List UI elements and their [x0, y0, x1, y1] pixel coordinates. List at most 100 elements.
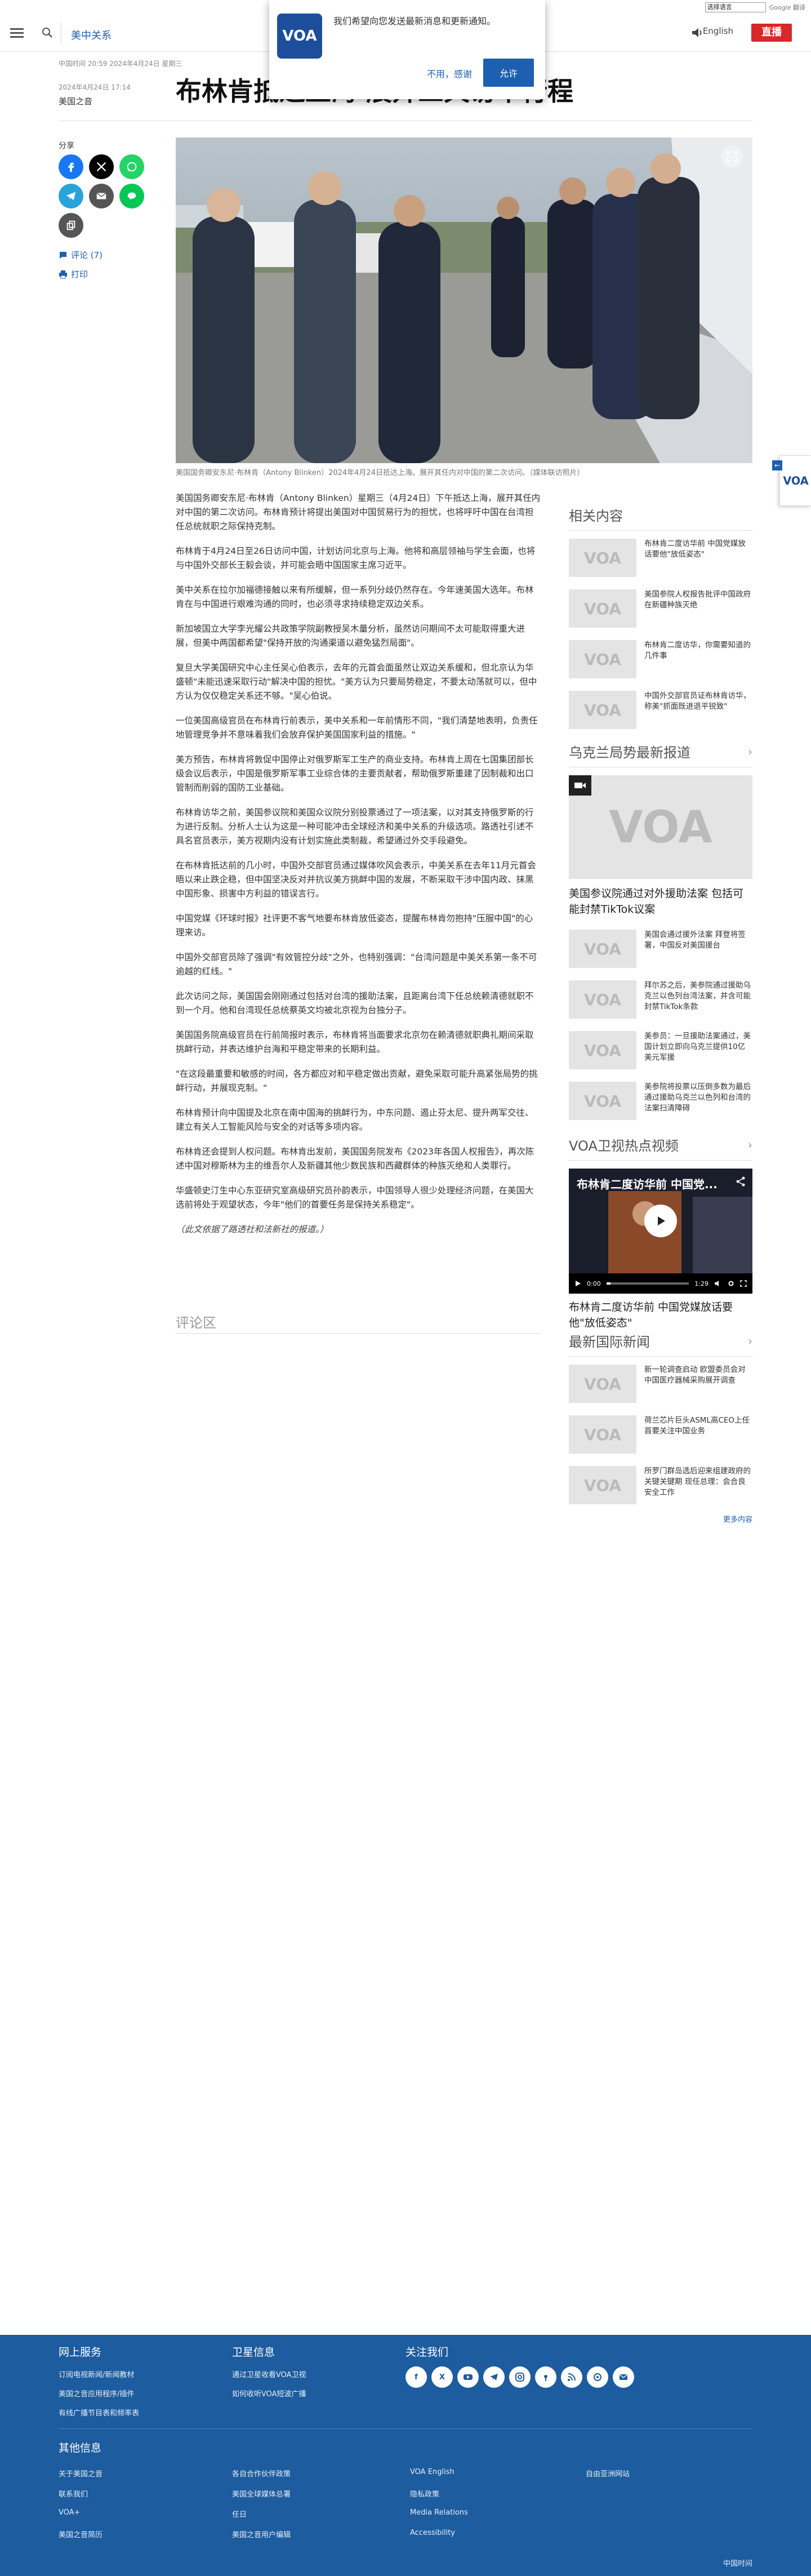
expand-icon[interactable] [721, 145, 743, 168]
section-link[interactable]: 美中关系 [71, 28, 112, 42]
intl-title[interactable]: 最新国际新闻 › [569, 1331, 752, 1357]
related-item[interactable]: VOA 中国外交部官员证布林肯访华，称美"抓面既进退平锐致" [569, 691, 752, 729]
intl-item[interactable]: VOA 所罗门群岛选后迎来组建政府的关键关键期 现任总理：会合良安全工作 [569, 1466, 752, 1504]
play-icon [658, 1216, 665, 1225]
footer-link[interactable]: 自由亚洲网站 [586, 2468, 630, 2479]
copy-link-button[interactable] [59, 213, 83, 238]
video-player[interactable]: 布林肯二度访华前 中国党... [569, 1169, 752, 1273]
podcast-icon[interactable] [535, 2366, 556, 2388]
author[interactable]: 美国之音 [59, 95, 131, 107]
related-headline: 布林肯二度访华前 中国党媒放话要他"放低姿态" [644, 539, 746, 559]
footer-link[interactable]: Accessibility [410, 2529, 455, 2537]
related-item[interactable]: VOA 美国参院人权报告批评中国政府在新疆种族灭绝 [569, 589, 752, 628]
thumbnail: VOA [569, 1365, 636, 1403]
svg-text:VOA: VOA [584, 1375, 621, 1393]
voa-logo: VOA [584, 1476, 621, 1495]
ukraine-item[interactable]: VOA 美国会通过援外法案 拜登将签署，中国反对美国援台 [569, 930, 752, 968]
footer-satellite-title: 卫星信息 [232, 2346, 275, 2359]
paragraph: 此次访问之际，美国国会刚刚通过包括对台湾的援助法案，且距离台湾下任总统赖清德就职… [176, 991, 534, 1015]
fullscreen-icon[interactable] [740, 1280, 747, 1287]
footer-link[interactable]: 订阅电视新闻/新闻教材 [59, 2369, 134, 2379]
footer-link[interactable]: 通过卫星收看VOA卫视 [232, 2369, 306, 2379]
video-title[interactable]: VOA卫视热点视频 › [569, 1135, 752, 1161]
footer-link[interactable]: 美国之音用户编辑 [232, 2529, 291, 2539]
footer-link[interactable]: 联系我们 [59, 2488, 88, 2499]
video-time-total: 1:29 [694, 1280, 708, 1287]
thumbnail: VOA [569, 1082, 636, 1120]
x-share-button[interactable] [89, 154, 114, 179]
live-button[interactable]: 直播 [751, 24, 792, 42]
telegram-share-button[interactable] [59, 184, 83, 208]
ukraine-item[interactable]: VOA 美参院将投票以压倒多数为最后通过援助乌克兰以色列和台湾的法案扫清障碍 [569, 1082, 752, 1120]
divider [176, 1333, 541, 1334]
source-note: （此文依据了路透社和法新社的报道。） [176, 1224, 329, 1234]
decline-button[interactable]: 不用，感谢 [427, 66, 472, 80]
footer-link[interactable]: 美国之音简历 [59, 2529, 103, 2539]
email-icon[interactable] [613, 2366, 634, 2388]
play-icon[interactable] [574, 1280, 581, 1287]
ukraine-title[interactable]: 乌克兰局势最新报道 › [569, 741, 752, 767]
svg-text:VOA: VOA [609, 802, 712, 852]
footer-divider [59, 2428, 752, 2429]
x-icon[interactable]: X [431, 2366, 453, 2388]
line-icon [127, 192, 136, 201]
share-icon[interactable] [736, 1176, 746, 1187]
email-share-button[interactable] [89, 184, 114, 208]
video-overlay-title: 布林肯二度访华前 中国党... [577, 1178, 718, 1191]
youtube-icon[interactable] [457, 2366, 479, 2388]
footer-link[interactable]: 各自合作伙伴政策 [232, 2468, 291, 2479]
footer-link[interactable]: 美国全球媒体总署 [232, 2488, 291, 2499]
copy-icon [66, 220, 75, 230]
footer-link[interactable]: 有线广播节目表和频率表 [59, 2407, 139, 2418]
more-link[interactable]: 更多内容 [569, 1513, 752, 1524]
ukraine-item[interactable]: VOA 美参员：一旦援助法案通过，美国计划立即向乌克兰提供10亿美元军援 [569, 1031, 752, 1069]
podcast2-icon[interactable] [587, 2366, 608, 2388]
voa-app-logo: VOA [277, 14, 322, 59]
line-share-button[interactable] [119, 184, 144, 208]
intl-item[interactable]: VOA 新一轮调查启动 欧盟委员会对中国医疗器械采购展开调查 [569, 1365, 752, 1403]
video-caption[interactable]: 布林肯二度访华前 中国党媒放话要他"放低姿态" [569, 1299, 752, 1331]
facebook-share-button[interactable] [59, 154, 83, 179]
whatsapp-icon [127, 162, 137, 172]
telegram-icon[interactable] [483, 2366, 505, 2388]
print-link[interactable]: 打印 [59, 268, 88, 280]
comments-link[interactable]: 评论 (7) [59, 249, 103, 261]
settings-icon[interactable] [728, 1280, 734, 1287]
language-select[interactable]: 选择语言 [705, 2, 766, 12]
volume-icon[interactable] [714, 1280, 722, 1287]
play-button[interactable] [644, 1205, 677, 1237]
language-link[interactable]: English [703, 26, 733, 36]
related-item[interactable]: VOA 布林肯二度访华前 中国党媒放话要他"放低姿态" [569, 539, 752, 577]
search-icon[interactable] [41, 26, 54, 39]
feature-headline[interactable]: 美国参议院通过对外援助法案 包括可能封禁TikTok议案 [569, 886, 752, 917]
facebook-icon[interactable]: f [406, 2366, 427, 2388]
feature-image[interactable]: VOA [569, 775, 752, 879]
menu-icon[interactable] [10, 26, 24, 39]
chevron-right-icon: › [748, 744, 752, 758]
related-item[interactable]: VOA 布林肯二度访华，你需要知道的几件事 [569, 640, 752, 678]
footer-link[interactable]: Media Relations [410, 2508, 468, 2517]
footer-link[interactable]: 任日 [232, 2508, 247, 2519]
video-progress-bar[interactable] [606, 1282, 689, 1285]
instagram-icon[interactable] [509, 2366, 531, 2388]
intl-item[interactable]: VOA 荷兰芯片巨头ASML高CEO上任首要关注中国业务 [569, 1415, 752, 1454]
footer-link[interactable]: VOA English [410, 2468, 454, 2476]
floating-voa-tab[interactable]: ← VOA [772, 455, 811, 506]
whatsapp-share-button[interactable] [119, 154, 144, 179]
ukraine-item[interactable]: VOA 拜尔苏之后，美参院通过援助乌克兰以色列台湾法案，并含可能封禁TikTok… [569, 980, 752, 1019]
thumbnail: VOA [569, 1415, 636, 1454]
hero-photo[interactable] [176, 137, 752, 463]
footer-link[interactable]: 关于美国之音 [59, 2468, 103, 2479]
footer-link[interactable]: 隐私政策 [410, 2488, 439, 2499]
related-headline: 中国外交部官员证布林肯访华，称美"抓面既进退平锐致" [644, 691, 751, 711]
facebook-icon [68, 162, 74, 172]
svg-text:VOA: VOA [584, 940, 621, 958]
ukraine-headline: 美参员：一旦援助法案通过，美国计划立即向乌克兰提供10亿美元军援 [644, 1032, 751, 1062]
related-section: 相关内容 VOA 布林肯二度访华前 中国党媒放话要他"放低姿态" VOA 美国参… [569, 505, 752, 741]
footer-link[interactable]: 如何收听VOA短波广播 [232, 2388, 306, 2399]
allow-button[interactable]: 允许 [483, 59, 534, 87]
footer-link[interactable]: 美国之音应用程序/插件 [59, 2388, 134, 2399]
footer-link[interactable]: VOA+ [59, 2508, 80, 2517]
paragraph: 美国国务院高级官员在行前简报时表示，布林肯将当面要求北京勿在赖清德就职典礼期间采… [176, 1030, 534, 1054]
rss-icon[interactable] [561, 2366, 582, 2388]
